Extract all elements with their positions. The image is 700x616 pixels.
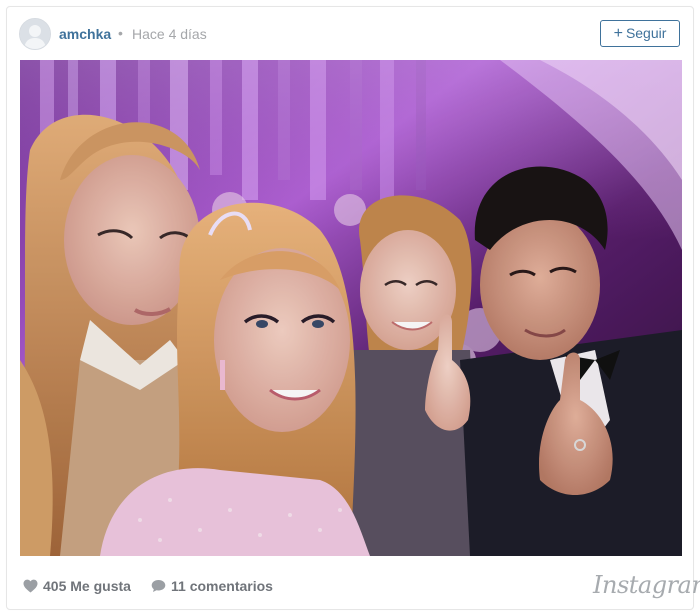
post-timestamp[interactable]: Hace 4 días	[132, 26, 207, 42]
username-link[interactable]: amchka	[59, 26, 111, 42]
follow-button[interactable]: + Seguir	[600, 20, 680, 47]
instagram-embed-card: amchka • Hace 4 días + Seguir 405 Me gus…	[6, 6, 700, 610]
likes-count[interactable]: 405 Me gusta	[23, 578, 131, 596]
default-avatar-icon[interactable]	[19, 18, 51, 50]
comments-label: 11 comentarios	[171, 578, 273, 594]
likes-label: 405 Me gusta	[43, 578, 131, 594]
instagram-logo[interactable]: Instagram	[593, 572, 700, 598]
heart-icon	[23, 579, 38, 596]
speech-bubble-icon	[151, 579, 166, 596]
post-header: amchka • Hace 4 días + Seguir	[7, 7, 695, 59]
post-photo[interactable]	[20, 60, 682, 556]
post-footer: 405 Me gusta 11 comentarios Instagram	[7, 563, 700, 609]
comments-count[interactable]: 11 comentarios	[151, 578, 273, 596]
separator-dot: •	[118, 25, 123, 41]
follow-label: Seguir	[625, 25, 667, 41]
plus-icon: +	[613, 25, 623, 42]
